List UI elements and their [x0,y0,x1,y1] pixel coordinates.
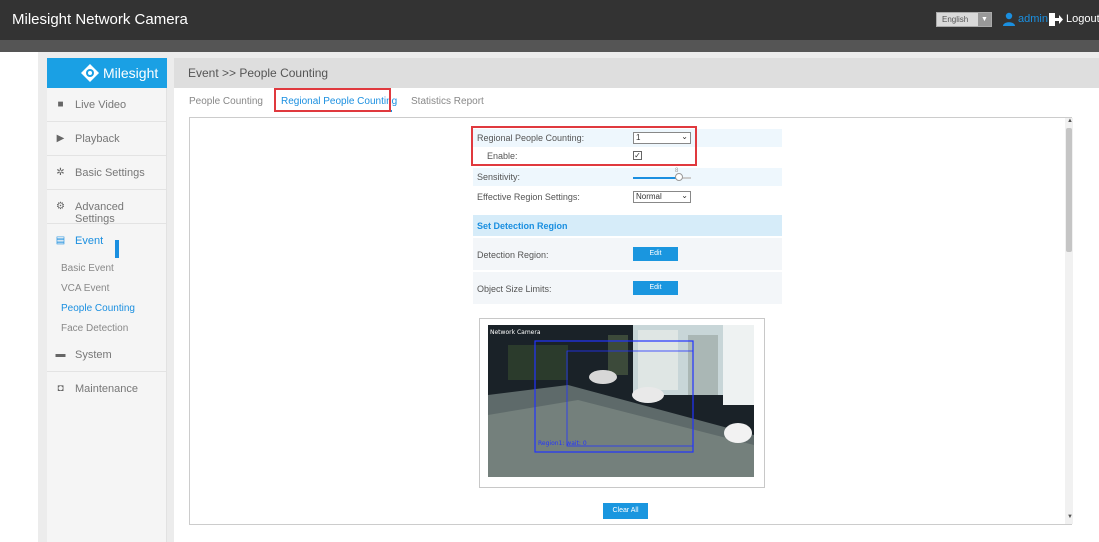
tab-statistics-report[interactable]: Statistics Report [411,96,484,107]
scrollbar-thumb[interactable] [1066,128,1072,252]
gear-icon: ✲ [56,167,65,178]
object-size-edit-button[interactable]: Edit [633,281,678,295]
sidebar-subitem-people-counting[interactable]: People Counting [61,303,135,314]
sidebar-item-playback[interactable]: ▶ Playback [47,122,166,156]
detection-region-edit-button[interactable]: Edit [633,247,678,261]
scroll-down-icon[interactable]: ▼ [1067,514,1073,520]
toolbox-icon: ◘ [57,383,64,394]
sidebar-item-label: Playback [75,133,120,145]
detection-region-label: Detection Region: [477,250,549,260]
active-item-marker [115,240,119,258]
sidebar-item-label: System [75,349,112,361]
video-preview[interactable]: Network Camera Region1: wait: 0 [488,325,754,477]
monitor-icon: ▬ [55,349,66,360]
sensitivity-slider-knob[interactable] [675,173,684,181]
sidebar-item-label: Basic Settings [75,167,145,179]
playback-icon: ▶ [56,133,65,144]
breadcrumb: Event >> People Counting [188,66,329,80]
app-title: Milesight Network Camera [12,11,188,28]
language-value: English [942,15,969,24]
object-size-label: Object Size Limits: [477,284,552,294]
tab-people-counting[interactable]: People Counting [189,96,263,107]
object-size-row: Object Size Limits: Edit [473,272,782,304]
video-camera-icon: ■ [57,99,64,110]
top-bar: Milesight Network Camera English ▼ admin… [0,0,1099,40]
gears-icon: ⚙ [56,201,65,212]
sensitivity-slider[interactable] [633,173,691,181]
logout-link[interactable]: Logout [1066,13,1099,25]
sidebar-subitem-face-detection[interactable]: Face Detection [61,323,128,334]
logo-bar: Milesight [47,58,167,88]
effective-region-value: Normal [636,192,662,201]
user-icon [1003,12,1015,26]
chevron-down-icon: ▼ [978,13,991,26]
sensitivity-value: 8 [675,168,679,174]
sidebar-item-system[interactable]: ▬ System [47,338,166,372]
scroll-up-icon[interactable]: ▲ [1067,118,1073,124]
effective-region-label: Effective Region Settings: [477,192,580,202]
video-osd-label: Network Camera [490,329,541,336]
clear-all-button[interactable]: Clear All [603,503,648,519]
sidebar-item-advanced-settings[interactable]: ⚙ Advanced Settings [47,190,166,225]
region-counter-label: Region1: wait: 0 [538,440,587,447]
language-select[interactable]: English ▼ [936,12,992,27]
sensitivity-label: Sensitivity: [477,172,521,182]
sidebar-item-label: Maintenance [75,383,138,395]
effective-region-row: Effective Region Settings: Normal ⌄ [473,188,782,206]
milesight-logo-icon [81,64,99,82]
sensitivity-slider-fill [633,177,680,179]
sensitivity-row: Sensitivity: 8 [473,168,782,186]
tab-highlight-box [274,88,391,112]
header-band [0,40,1099,52]
breadcrumb-bar: Event >> People Counting [174,58,1099,88]
effective-region-select[interactable]: Normal ⌄ [633,191,691,203]
sidebar-subitem-basic-event[interactable]: Basic Event [61,263,114,274]
set-detection-region-header: Set Detection Region [473,215,782,236]
event-icon: ▤ [55,235,66,246]
sidebar-item-maintenance[interactable]: ◘ Maintenance [47,372,166,406]
sidebar-item-label: Advanced Settings [75,201,124,225]
sidebar-subitem-vca-event[interactable]: VCA Event [61,283,109,294]
chevron-down-icon: ⌄ [681,191,688,200]
logout-icon[interactable] [1049,13,1063,26]
sidebar-item-event[interactable]: ▤ Event [47,224,166,258]
sidebar-item-label: Event [75,235,104,247]
detection-region-row: Detection Region: Edit [473,238,782,270]
scrollbar[interactable] [1065,118,1073,524]
sidebar-item-live-video[interactable]: ■ Live Video [47,88,166,122]
sidebar-item-label: Live Video [75,99,127,111]
sidebar: ■ Live Video ▶ Playback ✲ Basic Settings… [47,58,167,542]
section-title: Set Detection Region [477,221,568,231]
user-name-link[interactable]: admin [1018,13,1048,25]
form-highlight-box [471,126,697,166]
logo-text: Milesight [103,65,159,81]
sidebar-item-basic-settings[interactable]: ✲ Basic Settings [47,156,166,190]
